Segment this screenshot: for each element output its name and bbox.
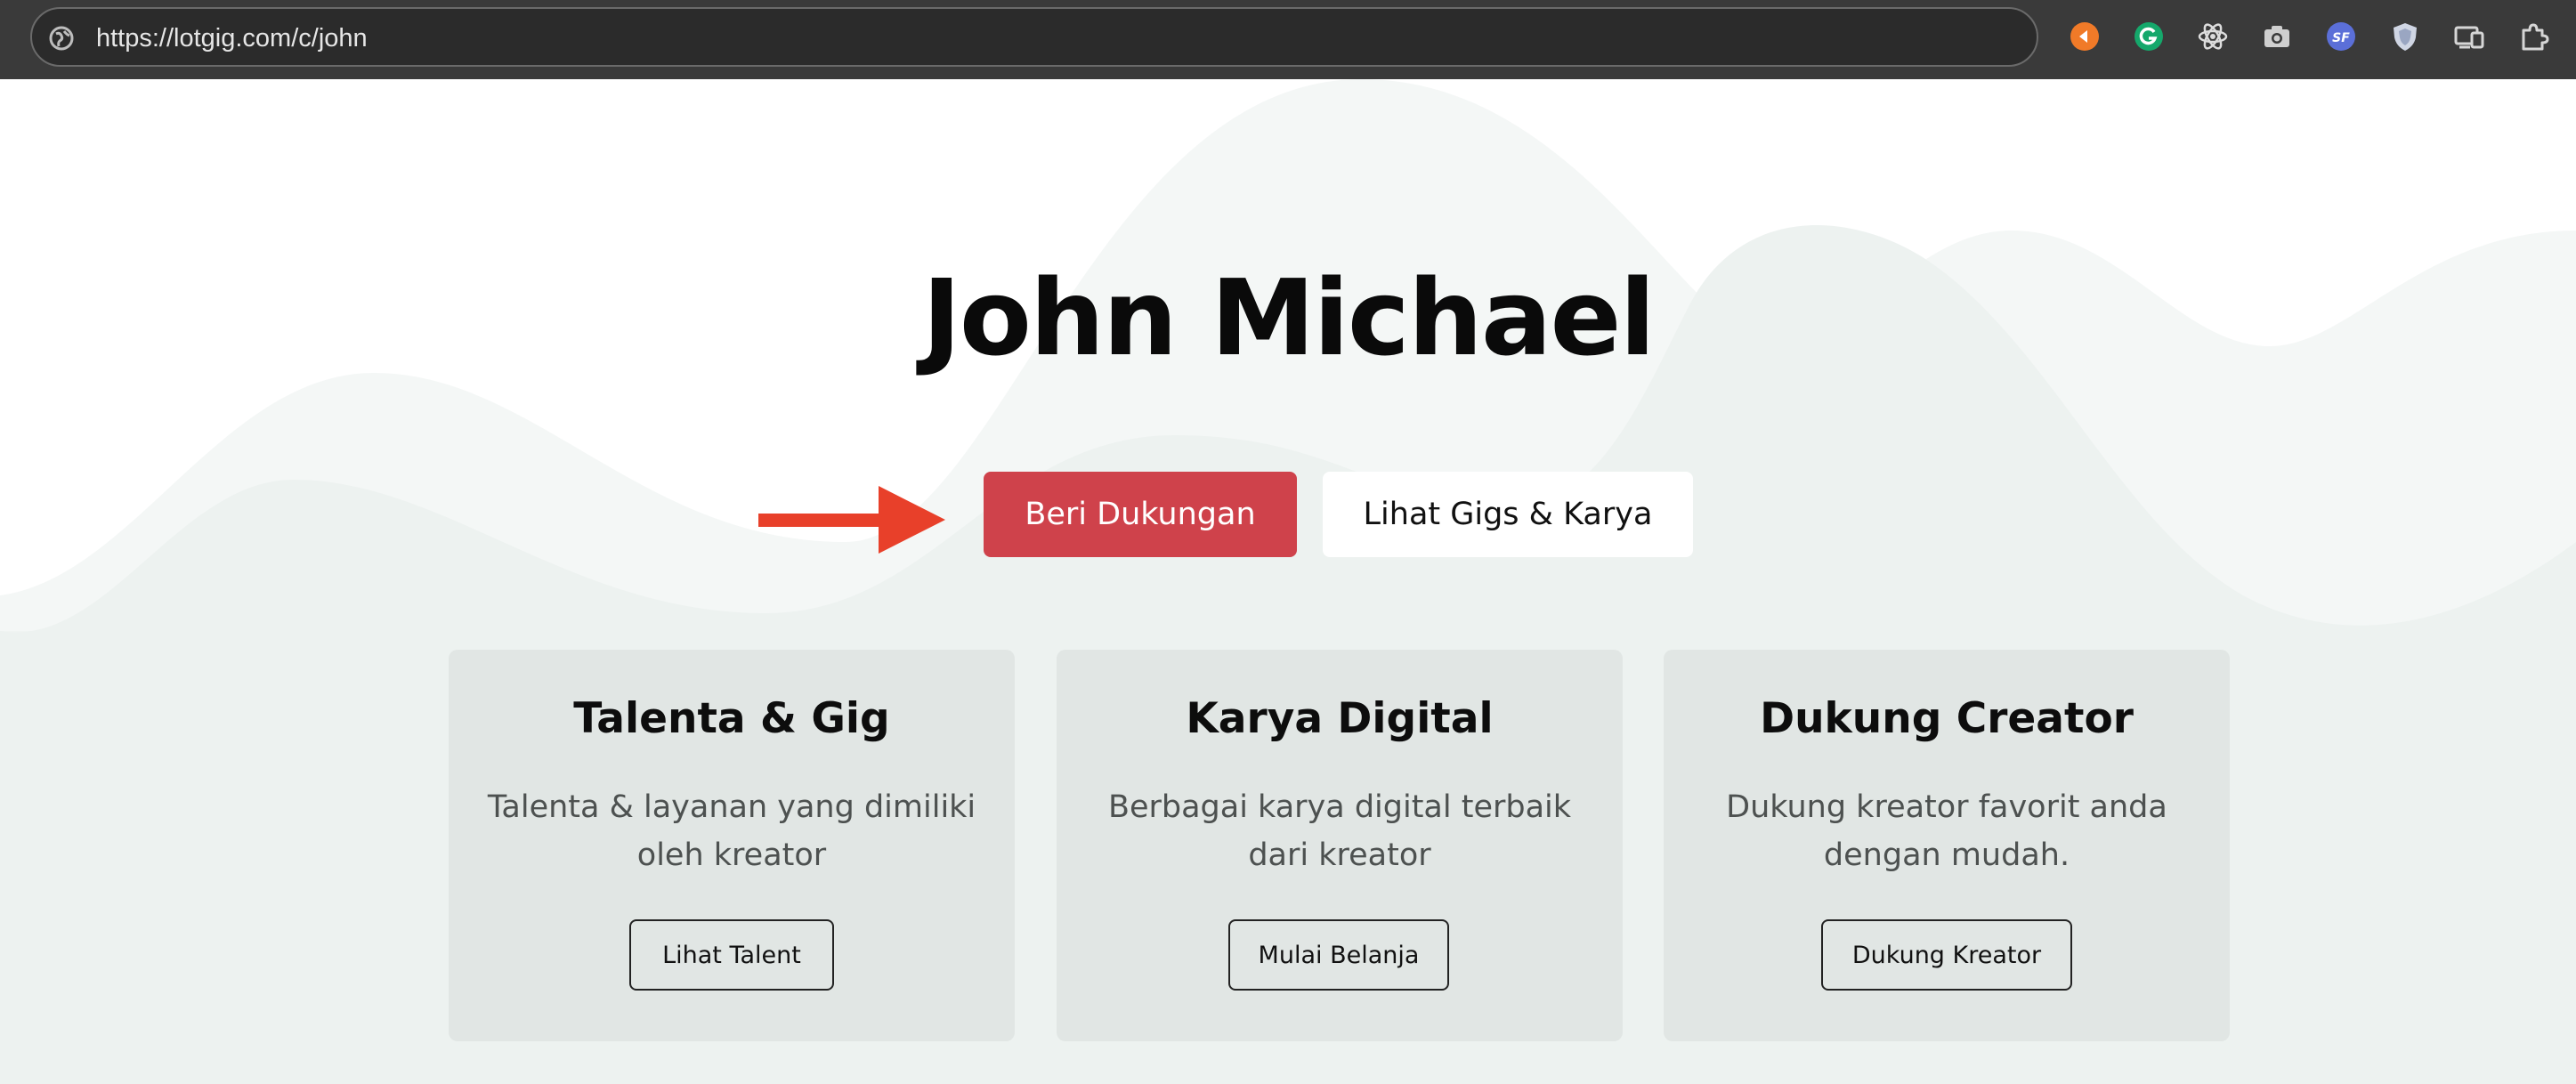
grammarly-icon[interactable] <box>2132 20 2166 53</box>
svg-text:SF: SF <box>2332 31 2350 45</box>
card-title: Talenta & Gig <box>573 694 890 743</box>
start-shopping-button[interactable]: Mulai Belanja <box>1228 919 1449 991</box>
address-bar[interactable]: https://lotgig.com/c/john <box>30 7 2038 67</box>
support-creator-button[interactable]: Dukung Kreator <box>1821 919 2072 991</box>
page-content: John Michael Beri Dukungan Lihat Gigs & … <box>0 79 2576 1084</box>
react-devtools-icon[interactable] <box>2196 20 2230 53</box>
site-info-icon[interactable] <box>48 25 75 52</box>
card-title: Dukung Creator <box>1760 694 2134 743</box>
browser-toolbar: https://lotgig.com/c/john SF <box>0 0 2576 79</box>
view-gigs-button[interactable]: Lihat Gigs & Karya <box>1323 472 1693 557</box>
creator-name-title: John Michael <box>922 256 1656 379</box>
orange-extension-icon[interactable] <box>2068 20 2102 53</box>
card-description: Berbagai karya digital terbaik dari krea… <box>1107 789 1572 873</box>
card-support-creator: Dukung Creator Dukung kreator favorit an… <box>1664 650 2230 1041</box>
device-toolbar-icon[interactable] <box>2452 20 2486 53</box>
card-talent-gig: Talenta & Gig Talenta & layanan yang dim… <box>449 650 1015 1041</box>
url-text[interactable]: https://lotgig.com/c/john <box>96 24 368 53</box>
card-description: Dukung kreator favorit anda dengan mudah… <box>1726 789 2167 873</box>
view-talent-button[interactable]: Lihat Talent <box>629 919 834 991</box>
extensions-puzzle-icon[interactable] <box>2516 20 2550 53</box>
support-button[interactable]: Beri Dukungan <box>984 472 1297 557</box>
card-digital-works: Karya Digital Berbagai karya digital ter… <box>1057 650 1623 1041</box>
pointer-arrow-icon <box>758 486 945 554</box>
camera-icon[interactable] <box>2260 20 2294 53</box>
card-title: Karya Digital <box>1186 694 1494 743</box>
shield-extension-icon[interactable] <box>2388 20 2422 53</box>
sf-extension-icon[interactable]: SF <box>2324 20 2358 53</box>
card-description: Talenta & layanan yang dimiliki oleh kre… <box>487 789 976 873</box>
